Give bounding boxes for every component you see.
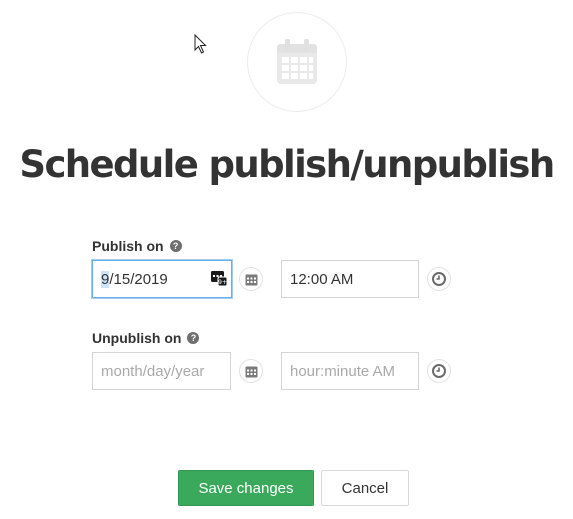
header-calendar-badge <box>247 12 347 112</box>
save-changes-button[interactable]: Save changes <box>178 470 314 506</box>
unpublish-time-placeholder: hour:minute AM <box>290 362 396 380</box>
unpublish-label: Unpublish on ? <box>92 330 200 346</box>
page-title: Schedule publish/unpublish <box>19 143 555 186</box>
unpublish-date-input[interactable]: month/day/year <box>92 352 231 390</box>
unpublish-label-text: Unpublish on <box>92 330 182 346</box>
publish-date-input[interactable]: 9/15/2019 9+ <box>92 260 232 298</box>
publish-date-rest: /15/2019 <box>109 270 168 288</box>
calendar-icon <box>245 366 257 377</box>
publish-label-text: Publish on <box>92 238 164 254</box>
date-autofill-icon[interactable]: 9+ <box>210 269 227 286</box>
publish-time-picker-button[interactable] <box>427 267 451 291</box>
publish-date-month: 9 <box>101 270 110 288</box>
mouse-cursor-icon <box>194 34 207 54</box>
svg-text:9+: 9+ <box>218 279 227 286</box>
question-circle-icon[interactable]: ? <box>187 332 200 344</box>
calendar-icon <box>277 39 317 84</box>
unpublish-date-picker-button[interactable] <box>239 359 263 383</box>
clock-icon <box>432 272 446 286</box>
cancel-button[interactable]: Cancel <box>321 470 409 506</box>
publish-label: Publish on ? <box>92 238 182 254</box>
calendar-icon <box>245 274 257 285</box>
clock-icon <box>432 364 446 378</box>
publish-time-value: 12:00 AM <box>290 270 354 288</box>
schedule-dialog: Schedule publish/unpublish Publish on ? … <box>0 0 573 519</box>
unpublish-date-placeholder: month/day/year <box>101 362 205 380</box>
question-circle-icon[interactable]: ? <box>169 240 182 252</box>
publish-date-picker-button[interactable] <box>239 267 263 291</box>
unpublish-time-picker-button[interactable] <box>427 359 451 383</box>
unpublish-time-input[interactable]: hour:minute AM <box>281 352 419 390</box>
publish-time-input[interactable]: 12:00 AM <box>281 260 419 298</box>
